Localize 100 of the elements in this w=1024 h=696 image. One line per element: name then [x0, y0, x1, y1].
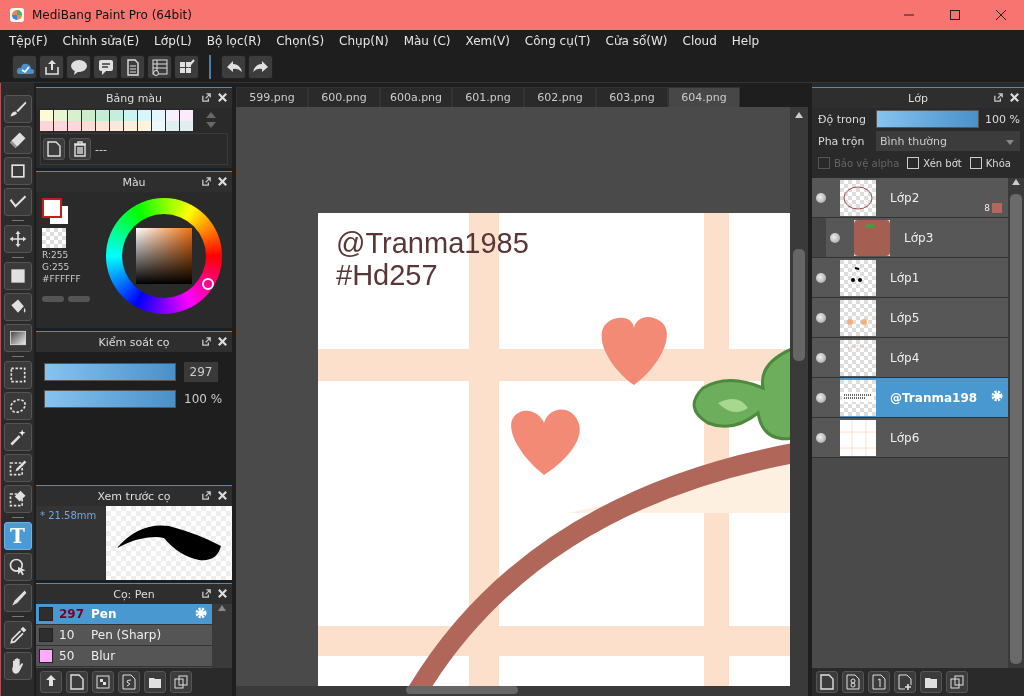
size-slider[interactable]: [44, 363, 176, 381]
color-swatch[interactable]: [68, 121, 81, 131]
layer-opacity-slider[interactable]: [876, 110, 980, 128]
scrollbar-thumb[interactable]: [406, 686, 518, 694]
trash-button[interactable]: [69, 138, 91, 160]
scrollbar[interactable]: [212, 604, 232, 668]
upload-button[interactable]: [40, 671, 62, 693]
script-page-button[interactable]: [118, 671, 140, 693]
color-swatch[interactable]: [110, 121, 123, 131]
tool-button[interactable]: [3, 553, 32, 581]
color-swatch[interactable]: [124, 121, 137, 131]
new-layer-button[interactable]: [816, 671, 838, 693]
file-tab[interactable]: 600.png: [308, 87, 380, 107]
brush-item[interactable]: 50 Blur: [36, 646, 212, 667]
menu-item[interactable]: Xem(V): [465, 34, 510, 48]
tool-button[interactable]: [3, 126, 32, 154]
panel-title: Bảng màu: [105, 91, 163, 105]
tool-button[interactable]: [3, 621, 32, 649]
comment-button[interactable]: [93, 55, 118, 79]
vertical-scrollbar[interactable]: [790, 107, 808, 696]
file-tab[interactable]: 604.png: [668, 87, 740, 107]
color-swatch[interactable]: [40, 121, 53, 131]
horizontal-scrollbar[interactable]: [236, 686, 790, 696]
option-checkbox[interactable]: Xén bớt: [907, 157, 962, 169]
size-value[interactable]: 297: [184, 362, 218, 382]
tool-button[interactable]: [3, 225, 32, 253]
menu-item[interactable]: Chỉnh sửa(E): [62, 34, 140, 48]
menu-item[interactable]: Bộ lọc(R): [206, 34, 262, 48]
page-button[interactable]: [66, 671, 88, 693]
duplicate-button[interactable]: [170, 671, 192, 693]
tool-button[interactable]: [3, 454, 32, 482]
file-tab[interactable]: 601.png: [452, 87, 524, 107]
tool-button[interactable]: [3, 262, 32, 290]
visibility-toggle[interactable]: [816, 272, 826, 283]
visibility-toggle[interactable]: [816, 392, 826, 403]
palette-name: ---: [95, 142, 107, 156]
tool-button[interactable]: [3, 392, 32, 420]
menu-item[interactable]: Màu (C): [403, 34, 451, 48]
color-swatch[interactable]: [54, 121, 67, 131]
color-swatch[interactable]: [138, 121, 151, 131]
1bit-layer-button[interactable]: [868, 671, 890, 693]
duplicate-button[interactable]: [946, 671, 968, 693]
brush-item[interactable]: 297 Pen: [36, 604, 212, 625]
file-tab[interactable]: 599.png: [236, 87, 308, 107]
menu-item[interactable]: Cửa sổ(W): [605, 34, 668, 48]
tool-button[interactable]: [3, 157, 32, 185]
grid-edit-button[interactable]: [174, 55, 199, 79]
opacity-slider[interactable]: [44, 390, 176, 408]
folder-button[interactable]: [920, 671, 942, 693]
tool-button[interactable]: [3, 652, 32, 680]
menu-item[interactable]: Cloud: [682, 34, 717, 48]
visibility-toggle[interactable]: [816, 192, 826, 203]
color-swatch[interactable]: [180, 121, 193, 131]
menu-item[interactable]: Lớp(L): [154, 34, 192, 48]
option-checkbox[interactable]: Khóa: [969, 157, 1011, 169]
visibility-toggle[interactable]: [816, 432, 826, 443]
list-button[interactable]: [147, 55, 172, 79]
color-swatch[interactable]: [82, 121, 95, 131]
tool-button[interactable]: [3, 188, 32, 216]
tool-button[interactable]: [3, 324, 32, 352]
tool-button[interactable]: [3, 423, 32, 451]
color-swatch[interactable]: [96, 121, 109, 131]
menu-item[interactable]: Tệp(F): [9, 34, 48, 48]
visibility-toggle[interactable]: [830, 232, 840, 243]
visibility-toggle[interactable]: [816, 352, 826, 363]
color-swatch[interactable]: [152, 121, 165, 131]
layer-thumbnail: [840, 419, 876, 456]
add-layer-button[interactable]: [894, 671, 916, 693]
cloud-button[interactable]: [12, 55, 37, 79]
scrollbar-thumb[interactable]: [1010, 194, 1022, 664]
menu-item[interactable]: Công cụ(T): [524, 34, 591, 48]
scrollbar-thumb[interactable]: [793, 249, 805, 361]
brush-item[interactable]: 10 Pen (Sharp): [36, 625, 212, 646]
pattern-button[interactable]: [92, 671, 114, 693]
layer-scrollbar[interactable]: [1008, 178, 1024, 668]
new-page-button[interactable]: [43, 138, 65, 160]
blend-dropdown[interactable]: Bình thường: [876, 131, 1020, 151]
tool-button[interactable]: [3, 95, 32, 123]
color-swatch[interactable]: [166, 121, 179, 131]
folder-button[interactable]: [144, 671, 166, 693]
tool-button[interactable]: [3, 485, 32, 513]
file-tab[interactable]: 603.png: [596, 87, 668, 107]
visibility-toggle[interactable]: [816, 312, 826, 323]
transparent-swatch[interactable]: [42, 228, 66, 248]
file-tab[interactable]: 602.png: [524, 87, 596, 107]
tool-button[interactable]: [3, 361, 32, 389]
file-tab[interactable]: 600a.png: [380, 87, 452, 107]
redo-button[interactable]: [248, 55, 273, 79]
share-button[interactable]: [39, 55, 64, 79]
menu-item[interactable]: Help: [731, 34, 760, 48]
document-button[interactable]: [120, 55, 145, 79]
canvas-text: @Tranma1985: [336, 227, 529, 259]
8bit-layer-button[interactable]: [842, 671, 864, 693]
menu-item[interactable]: Chọn(S): [276, 34, 325, 48]
tool-button[interactable]: [3, 584, 32, 612]
menu-item[interactable]: Chụp(N): [339, 34, 389, 48]
undo-button[interactable]: [221, 55, 246, 79]
tool-button[interactable]: [3, 293, 32, 321]
speech-bubble-button[interactable]: [66, 55, 91, 79]
pattern-icon: [96, 674, 110, 690]
